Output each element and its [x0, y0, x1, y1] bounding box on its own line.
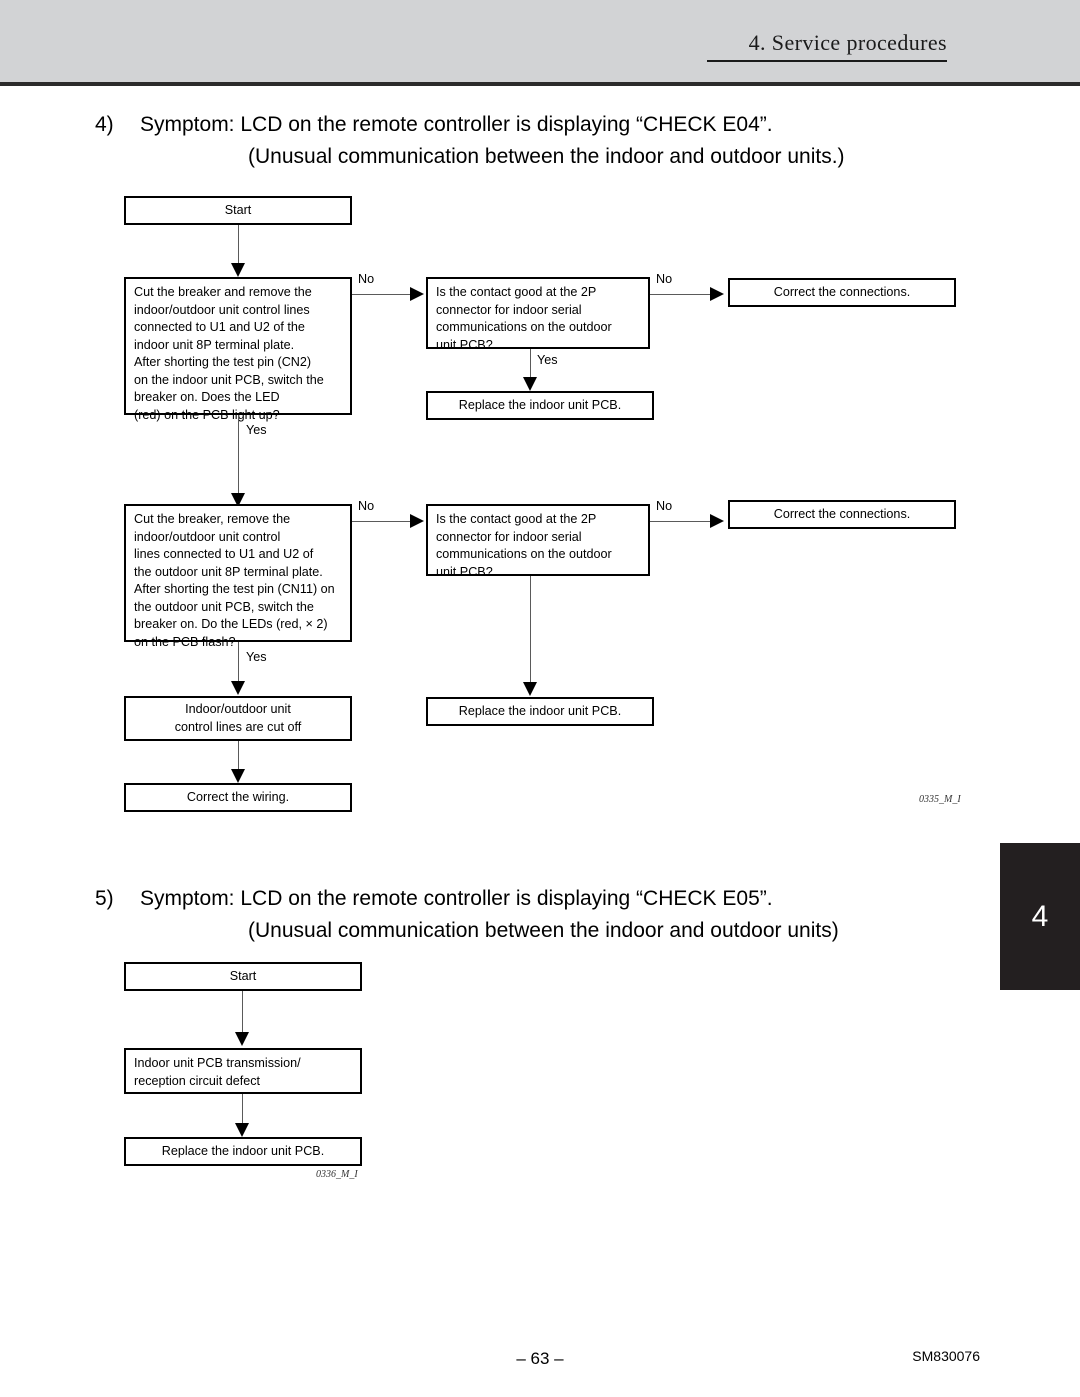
flow-box-decision-2-label: Is the contact good at the 2P connector … — [436, 512, 612, 579]
flow-box-correct-connections-1-label: Correct the connections. — [773, 284, 911, 299]
edge-label-no-outdoor: No — [358, 499, 375, 513]
figure-reference-0336: 0336_M_I — [316, 1169, 358, 1180]
flow-box-replace-pcb-2: Replace the indoor unit PCB. — [426, 697, 654, 726]
arrowhead-decision2-no — [710, 514, 724, 528]
flow-box-indoor-step-label: Cut the breaker and remove the indoor/ou… — [134, 285, 324, 422]
flow-box-decision-2: Is the contact good at the 2P connector … — [426, 504, 650, 579]
flow-box-correct-wiring-label: Correct the wiring. — [186, 789, 290, 804]
section-number-4: 4) — [95, 113, 114, 136]
connector-decision2-no — [650, 521, 712, 522]
flow-box-start-e05: Start — [124, 962, 362, 991]
connector-outdoor-yes — [238, 642, 239, 681]
section-subtitle-e04: (Unusual communication between the indoo… — [248, 145, 845, 168]
connector-indoor-yes — [238, 415, 239, 493]
flow-box-replace-pcb-2-label: Replace the indoor unit PCB. — [458, 703, 622, 718]
flow-box-lines-cut-off-label: Indoor/outdoor unit control lines are cu… — [174, 702, 302, 734]
edge-label-no-decision-2: No — [656, 499, 673, 513]
edge-label-yes-outdoor: Yes — [246, 650, 267, 664]
connector-outdoor-no — [352, 521, 412, 522]
figure-reference-0335: 0335_M_I — [919, 794, 961, 805]
flow-box-lines-cut-off: Indoor/outdoor unit control lines are cu… — [124, 696, 352, 741]
flow-box-indoor-step: Cut the breaker and remove the indoor/ou… — [124, 277, 352, 422]
edge-label-yes-indoor: Yes — [246, 423, 267, 437]
connector-cutoff-to-wiring — [238, 741, 239, 769]
arrowhead-start-to-defect — [235, 1032, 249, 1046]
edge-label-no-indoor: No — [358, 272, 375, 286]
section-title-e04: Symptom: LCD on the remote controller is… — [140, 113, 773, 136]
flow-box-replace-pcb-e05-label: Replace the indoor unit PCB. — [161, 1143, 325, 1158]
arrowhead-start-to-indoor — [231, 263, 245, 277]
edge-label-yes-decision-1: Yes — [537, 353, 558, 367]
page-header-rule — [0, 82, 1080, 86]
flow-box-outdoor-step: Cut the breaker, remove the indoor/outdo… — [124, 504, 352, 649]
section-number-5: 5) — [95, 887, 114, 910]
arrowhead-cutoff-to-wiring — [231, 769, 245, 783]
section-subtitle-e05: (Unusual communication between the indoo… — [248, 919, 839, 942]
flow-box-correct-connections-2-label: Correct the connections. — [773, 506, 911, 521]
flow-box-start-e05-label: Start — [229, 968, 257, 983]
flow-box-start-label: Start — [224, 202, 252, 217]
arrowhead-outdoor-no — [410, 514, 424, 528]
connector-start-to-defect — [242, 991, 243, 1032]
flow-box-correct-wiring: Correct the wiring. — [124, 783, 352, 812]
arrowhead-decision1-no — [710, 287, 724, 301]
connector-start-to-indoor — [238, 225, 239, 263]
edge-label-no-decision-1: No — [656, 272, 673, 286]
flow-box-correct-connections-2: Correct the connections. — [728, 500, 956, 529]
arrowhead-defect-to-replace — [235, 1123, 249, 1137]
flow-box-pcb-defect: Indoor unit PCB transmission/ reception … — [124, 1048, 362, 1094]
flow-box-start: Start — [124, 196, 352, 225]
connector-indoor-no — [352, 294, 412, 295]
flow-box-outdoor-step-label: Cut the breaker, remove the indoor/outdo… — [134, 512, 335, 649]
flow-box-correct-connections-1: Correct the connections. — [728, 278, 956, 307]
flow-box-pcb-defect-label: Indoor unit PCB transmission/ reception … — [134, 1056, 301, 1088]
document-id: SM830076 — [912, 1348, 980, 1364]
connector-defect-to-replace — [242, 1094, 243, 1123]
flow-box-decision-1: Is the contact good at the 2P connector … — [426, 277, 650, 352]
page-header-title-underline — [707, 60, 947, 62]
connector-decision2-down — [530, 576, 531, 682]
arrowhead-outdoor-yes — [231, 681, 245, 695]
chapter-tab-4: 4 — [1000, 843, 1080, 990]
page-header-title: 4. Service procedures — [748, 30, 947, 55]
arrowhead-decision1-yes — [523, 377, 537, 391]
connector-decision1-yes — [530, 349, 531, 377]
section-title-e05: Symptom: LCD on the remote controller is… — [140, 887, 773, 910]
arrowhead-decision2-down — [523, 682, 537, 696]
flow-box-decision-1-label: Is the contact good at the 2P connector … — [436, 285, 612, 352]
flow-box-replace-pcb-1: Replace the indoor unit PCB. — [426, 391, 654, 420]
connector-decision1-no — [650, 294, 712, 295]
flow-box-replace-pcb-1-label: Replace the indoor unit PCB. — [458, 397, 622, 412]
flow-box-replace-pcb-e05: Replace the indoor unit PCB. — [124, 1137, 362, 1166]
arrowhead-indoor-no — [410, 287, 424, 301]
